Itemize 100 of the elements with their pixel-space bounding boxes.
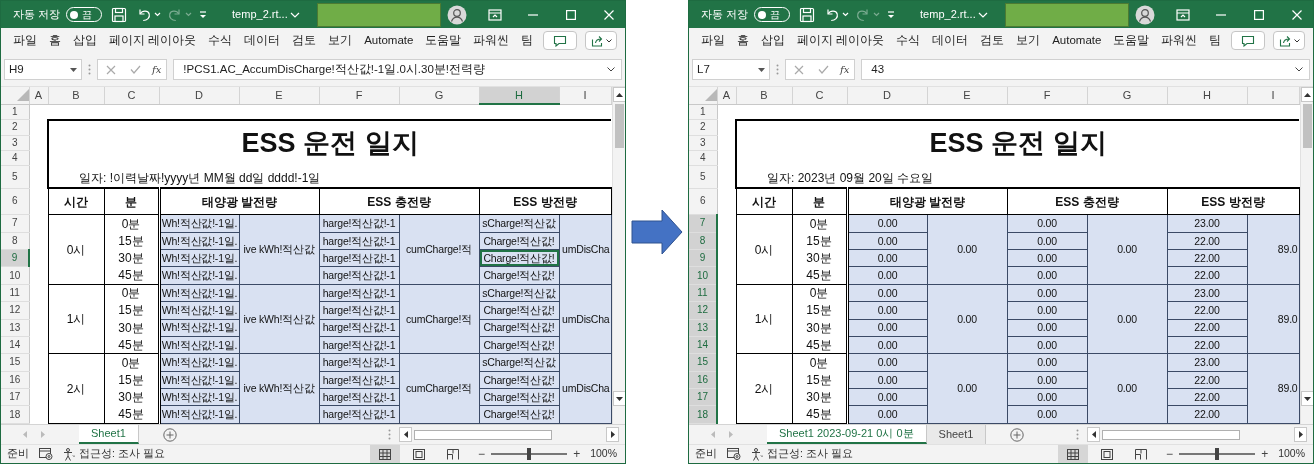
- insert-function-button[interactable]: fx: [840, 64, 850, 75]
- horizontal-scrollbar[interactable]: [399, 425, 619, 444]
- total-cell[interactable]: umDisCha: [559, 353, 611, 424]
- grid-icon[interactable]: [1067, 448, 1080, 460]
- customize-icon[interactable]: [198, 9, 209, 20]
- caret-icon[interactable]: [605, 38, 612, 43]
- menu-tab[interactable]: 페이지 레이아웃: [791, 29, 891, 52]
- customize-icon[interactable]: [886, 9, 897, 20]
- zoom-out-button[interactable]: −: [478, 448, 486, 460]
- close-icon[interactable]: [604, 9, 614, 20]
- menu-tab[interactable]: 삽입: [755, 29, 791, 52]
- total-cell[interactable]: 0.00: [927, 214, 1007, 285]
- total-cell[interactable]: 89.0: [1247, 353, 1299, 424]
- speech-bubble-icon[interactable]: [1241, 34, 1255, 47]
- total-cell[interactable]: cumCharge!적: [399, 353, 479, 424]
- page-icon[interactable]: [413, 448, 426, 460]
- ribbon-display-icon[interactable]: [488, 8, 502, 21]
- triangle-left-icon[interactable]: [1091, 431, 1096, 438]
- column-header[interactable]: E: [927, 87, 1007, 105]
- menu-tab[interactable]: 홈: [43, 29, 67, 52]
- menu-tab[interactable]: 보기: [1010, 29, 1047, 52]
- share-button[interactable]: [1273, 31, 1305, 50]
- column-header[interactable]: D: [847, 87, 927, 105]
- triangle-up-icon[interactable]: [615, 92, 623, 97]
- triangle-left-icon[interactable]: [403, 431, 408, 438]
- minimize-icon[interactable]: [1216, 13, 1226, 16]
- ribbon-display-icon[interactable]: [1176, 8, 1190, 21]
- menu-tab[interactable]: 도움말: [1107, 29, 1156, 52]
- zoom-in-button[interactable]: +: [1261, 448, 1269, 460]
- column-header[interactable]: C: [104, 87, 159, 105]
- name-box[interactable]: L7: [692, 59, 770, 80]
- zoom-level[interactable]: 100%: [590, 446, 617, 462]
- total-cell[interactable]: umDisCha: [559, 214, 611, 285]
- more-icon[interactable]: [388, 429, 391, 440]
- page-icon[interactable]: [1101, 448, 1114, 460]
- menu-tab[interactable]: 삽입: [67, 29, 103, 52]
- share-icon[interactable]: [590, 34, 603, 47]
- menu-tab[interactable]: 검토: [286, 29, 323, 52]
- sheet-tab[interactable]: Sheet1 2023-09-21 0시 0분: [767, 425, 927, 444]
- macro-icon[interactable]: [727, 448, 741, 460]
- share-icon[interactable]: [1278, 34, 1291, 47]
- menu-tab[interactable]: 파일: [695, 29, 731, 52]
- close-icon[interactable]: [1292, 9, 1302, 20]
- column-header[interactable]: I: [1247, 87, 1299, 105]
- scroll-thumb[interactable]: [1102, 429, 1240, 440]
- page-break-icon[interactable]: [447, 448, 460, 460]
- scroll-thumb[interactable]: [414, 429, 552, 440]
- column-header[interactable]: H: [1167, 87, 1247, 105]
- file-name-button[interactable]: temp_2.rt...: [920, 9, 988, 20]
- chevron-icon[interactable]: [977, 11, 988, 18]
- expand-icon[interactable]: [607, 67, 615, 72]
- file-name-button[interactable]: temp_2.rt...: [232, 9, 300, 20]
- column-header[interactable]: I: [559, 87, 611, 105]
- menu-tab[interactable]: 페이지 레이아웃: [103, 29, 203, 52]
- column-header[interactable]: C: [792, 87, 847, 105]
- accessibility-icon[interactable]: [751, 447, 763, 461]
- total-cell[interactable]: 0.00: [927, 284, 1007, 354]
- triangle-right-icon[interactable]: [1298, 431, 1303, 438]
- scroll-up-button[interactable]: [612, 87, 625, 102]
- maximize-icon[interactable]: [566, 9, 576, 20]
- page-break-icon[interactable]: [1135, 448, 1148, 460]
- triangle-up-icon[interactable]: [1303, 92, 1311, 97]
- accessibility-status[interactable]: 접근성: 조사 필요: [767, 446, 853, 462]
- caret-icon[interactable]: [758, 67, 765, 72]
- comment-button[interactable]: [543, 31, 577, 50]
- insert-function-button[interactable]: fx: [152, 64, 162, 75]
- name-box[interactable]: H9: [4, 59, 82, 80]
- comment-button[interactable]: [1231, 31, 1265, 50]
- slider-thumb[interactable]: [527, 448, 532, 460]
- menu-tab[interactable]: 보기: [322, 29, 359, 52]
- menu-tab[interactable]: 도움말: [419, 29, 468, 52]
- total-cell[interactable]: umDisCha: [559, 284, 611, 354]
- scroll-left-button[interactable]: [1087, 427, 1100, 442]
- scroll-down-button[interactable]: [1300, 391, 1313, 406]
- avatar-icon[interactable]: [447, 4, 467, 25]
- total-cell[interactable]: ive kWh!적산값: [239, 214, 319, 285]
- column-header[interactable]: H: [479, 87, 559, 105]
- expand-icon[interactable]: [1295, 67, 1303, 72]
- menu-tab[interactable]: 수식: [202, 29, 239, 52]
- column-header[interactable]: F: [1007, 87, 1087, 105]
- share-button[interactable]: [585, 31, 617, 50]
- row-header[interactable]: 5: [1, 165, 29, 189]
- scroll-thumb[interactable]: [1302, 104, 1312, 148]
- more-icon[interactable]: [776, 64, 779, 75]
- more-icon[interactable]: [88, 64, 91, 75]
- accessibility-status[interactable]: 접근성: 조사 필요: [79, 446, 165, 462]
- triangle-down-icon[interactable]: [615, 396, 623, 401]
- total-cell[interactable]: cumCharge!적: [399, 214, 479, 285]
- caret-icon[interactable]: [70, 67, 77, 72]
- scroll-up-button[interactable]: [1300, 87, 1313, 102]
- menu-tab[interactable]: 팀: [1203, 29, 1228, 52]
- total-cell[interactable]: 89.0: [1247, 284, 1299, 354]
- slider-thumb[interactable]: [1215, 448, 1220, 460]
- triangle-right-icon[interactable]: [610, 431, 615, 438]
- row-header[interactable]: 5: [689, 165, 717, 189]
- accessibility-icon[interactable]: [63, 447, 75, 461]
- total-cell[interactable]: 0.00: [1087, 353, 1167, 424]
- caret-icon[interactable]: [1293, 38, 1300, 43]
- speech-bubble-icon[interactable]: [553, 34, 567, 47]
- menu-tab[interactable]: Automate: [1046, 29, 1108, 52]
